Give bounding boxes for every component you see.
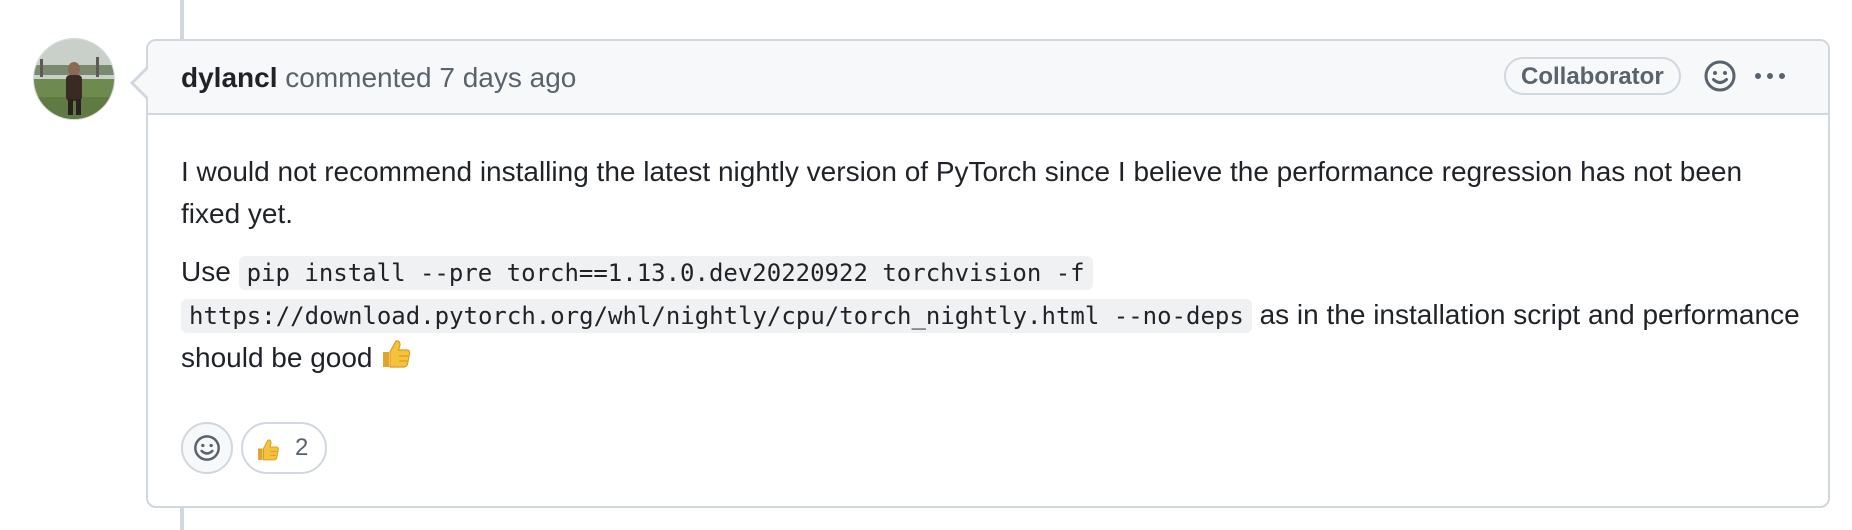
smiley-icon	[194, 435, 220, 461]
comment-action: commented	[285, 62, 432, 93]
reaction-count: 2	[295, 434, 309, 461]
thumbs-up-icon	[379, 337, 413, 383]
add-reaction-button[interactable]	[181, 422, 233, 474]
smiley-icon	[1704, 60, 1736, 92]
inline-code-line-2: https://download.pytorch.org/whl/nightly…	[181, 299, 1252, 333]
reaction-thumbs-up-button[interactable]: 2	[241, 422, 327, 474]
comment-box: dylancl commented 7 days ago Collaborato…	[130, 39, 1830, 508]
comment-header-text: dylancl commented 7 days ago	[181, 61, 576, 95]
avatar[interactable]	[33, 38, 115, 120]
comment-options-button[interactable]	[1750, 58, 1790, 94]
comment-body: I would not recommend installing the lat…	[181, 151, 1801, 399]
author-link[interactable]: dylancl	[181, 62, 277, 93]
add-reaction-header-button[interactable]	[1702, 58, 1738, 94]
thumbs-up-icon	[255, 437, 281, 468]
role-badge: Collaborator	[1504, 57, 1681, 95]
comment-header: dylancl commented 7 days ago Collaborato…	[148, 41, 1828, 115]
inline-code-line-1: pip install --pre torch==1.13.0.dev20220…	[238, 256, 1093, 290]
avatar-photo	[34, 39, 114, 119]
comment-paragraph-2: Use pip install --pre torch==1.13.0.dev2…	[181, 251, 1801, 383]
paragraph-2-prefix: Use	[181, 256, 231, 287]
comment-paragraph-1: I would not recommend installing the lat…	[181, 156, 1743, 229]
kebab-horizontal-icon	[1755, 73, 1785, 79]
comment-pointer-fill	[134, 69, 148, 97]
comment-timestamp[interactable]: 7 days ago	[439, 62, 576, 93]
